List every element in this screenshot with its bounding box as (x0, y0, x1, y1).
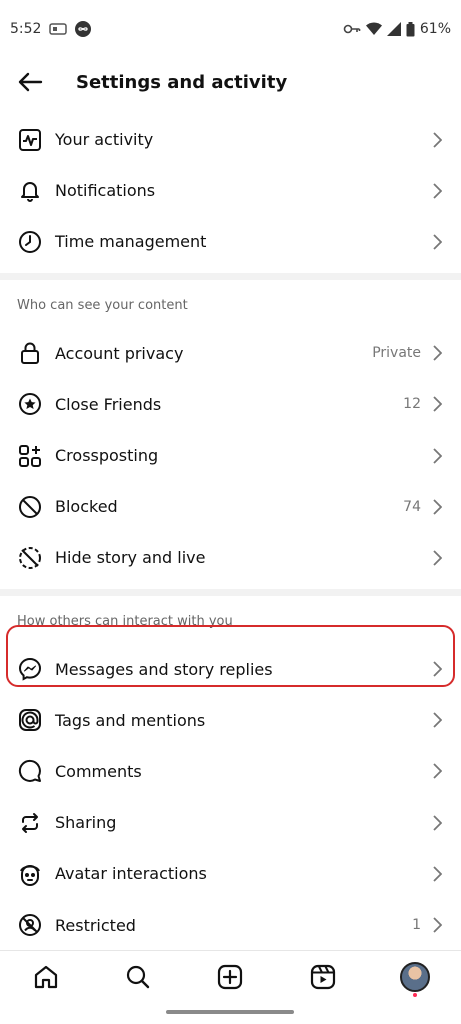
nav-create-button[interactable] (208, 955, 252, 999)
battery-icon (406, 21, 415, 37)
back-button[interactable] (0, 58, 60, 106)
settings-list: Your activity Notifications Time managem… (0, 114, 461, 951)
page-title: Settings and activity (76, 71, 288, 93)
chevron-right-icon (431, 131, 443, 148)
row-label: Tags and mentions (55, 710, 206, 730)
row-value: 74 (403, 498, 421, 515)
row-value: Private (372, 345, 421, 362)
row-label: Restricted (55, 915, 136, 935)
bell-icon (17, 178, 43, 204)
section-divider (0, 272, 461, 280)
share-icon (17, 810, 43, 836)
avatar-face-icon (17, 861, 43, 887)
infinity-icon (75, 21, 92, 37)
row-label: Blocked (55, 497, 118, 517)
chevron-right-icon (431, 661, 443, 677)
nav-home-button[interactable] (24, 955, 68, 999)
row-label: Account privacy (55, 343, 184, 363)
create-icon (218, 964, 243, 989)
row-account-privacy[interactable]: Account privacy Private (0, 328, 461, 379)
avatar (399, 961, 430, 992)
status-time: 5:52 (10, 21, 42, 37)
row-label: Sharing (55, 813, 117, 833)
row-crossposting[interactable]: Crossposting (0, 430, 461, 481)
notification-dot (412, 992, 417, 997)
row-tags-mentions[interactable]: Tags and mentions (0, 695, 461, 746)
header: Settings and activity (0, 58, 461, 106)
row-label: Comments (55, 761, 142, 781)
section-header-interactions: How others can interact with you (17, 614, 233, 629)
row-blocked[interactable]: Blocked 74 (0, 481, 461, 532)
row-close-friends[interactable]: Close Friends 12 (0, 379, 461, 430)
row-label: Messages and story replies (55, 659, 273, 679)
blocked-icon (17, 494, 43, 520)
nav-profile-button[interactable] (393, 955, 437, 999)
signal-icon (386, 22, 401, 36)
reels-icon (310, 964, 335, 989)
restricted-icon (17, 912, 43, 938)
row-value: 1 (412, 917, 421, 934)
chevron-right-icon (431, 550, 443, 566)
row-notifications[interactable]: Notifications (0, 165, 461, 216)
chevron-right-icon (431, 866, 443, 882)
search-icon (127, 965, 150, 988)
clock-icon (17, 229, 43, 255)
lock-icon (17, 340, 43, 366)
row-comments[interactable]: Comments (0, 746, 461, 797)
row-label: Notifications (55, 181, 156, 201)
chevron-right-icon (431, 712, 443, 728)
at-icon (17, 707, 43, 733)
chevron-right-icon (431, 447, 443, 464)
chevron-right-icon (431, 763, 443, 780)
row-value: 12 (403, 396, 421, 413)
row-messages-story-replies[interactable]: Messages and story replies (0, 644, 461, 695)
nav-search-button[interactable] (116, 955, 160, 999)
hide-story-icon (17, 545, 43, 571)
nav-reels-button[interactable] (301, 955, 345, 999)
comment-icon (17, 758, 43, 784)
chevron-right-icon (431, 345, 443, 361)
activity-icon (17, 127, 43, 153)
row-label: Your activity (55, 130, 154, 150)
messenger-icon (17, 656, 43, 682)
back-arrow-icon (18, 72, 43, 92)
battery-percent: 61% (419, 21, 451, 37)
row-label: Avatar interactions (55, 864, 207, 884)
row-label: Crossposting (55, 446, 159, 466)
chevron-right-icon (431, 815, 443, 831)
status-bar: 5:52 61% (0, 0, 461, 58)
chevron-right-icon (431, 183, 443, 199)
grid-plus-icon (17, 443, 43, 469)
row-label: Hide story and live (55, 548, 206, 568)
star-circle-icon (17, 391, 43, 417)
section-header-visibility: Who can see your content (17, 298, 188, 314)
row-hide-story[interactable]: Hide story and live (0, 532, 461, 583)
row-label: Close Friends (55, 394, 162, 414)
row-label: Time management (55, 232, 207, 252)
row-your-activity[interactable]: Your activity (0, 114, 461, 165)
chevron-right-icon (431, 499, 443, 515)
home-indicator (166, 1010, 294, 1014)
section-divider (0, 588, 461, 596)
chevron-right-icon (431, 234, 443, 250)
bottom-nav (0, 950, 461, 1002)
wifi-icon (365, 22, 382, 36)
key-icon (343, 23, 361, 35)
home-icon (34, 965, 58, 988)
row-avatar-interactions[interactable]: Avatar interactions (0, 848, 461, 899)
row-sharing[interactable]: Sharing (0, 797, 461, 848)
chevron-right-icon (431, 917, 443, 933)
chevron-right-icon (431, 396, 443, 412)
row-restricted[interactable]: Restricted 1 (0, 899, 461, 950)
sim-card-icon (49, 23, 68, 35)
row-time-management[interactable]: Time management (0, 216, 461, 267)
